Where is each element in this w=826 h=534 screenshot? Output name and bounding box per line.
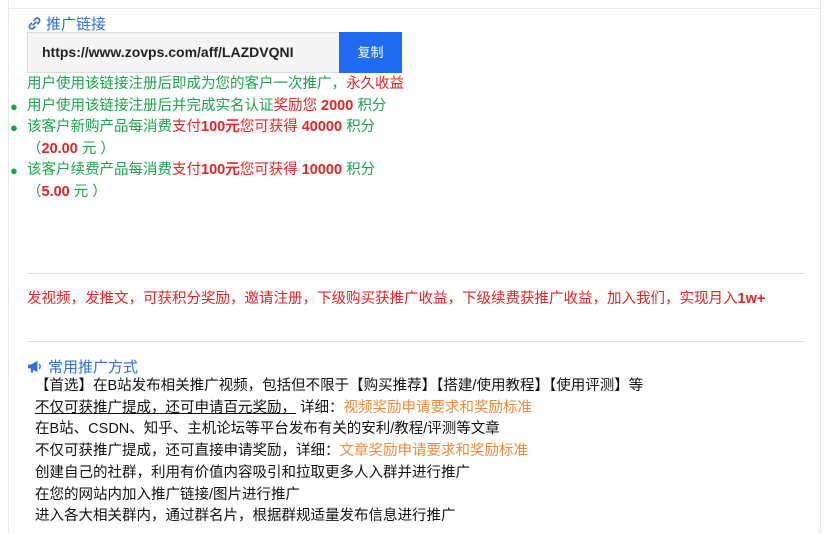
common-methods-heading: 常用推广方式 — [27, 356, 138, 377]
bullet-dot: ● — [10, 163, 18, 178]
method-row: 【首选】在B站发布相关推广视频，包括但不限于【购买推荐】【搭建/使用教程】【使用… — [35, 376, 815, 398]
method-row: 不仅可获推广提成，还可直接申请奖励，详细：文章奖励申请要求和奖励标准 — [35, 441, 815, 463]
method-text: 不仅可获推广提成，还可申请百元奖励， — [35, 399, 296, 416]
divider — [27, 273, 805, 274]
bullet-dot: ● — [10, 98, 18, 114]
reward-amount: 40000 — [301, 119, 343, 135]
rule-text: 奖励您 — [273, 97, 322, 114]
rule-intro-text: 用户使用该链接注册后即成为您的客户一次推广， — [27, 76, 346, 92]
rule-item: ● 该客户续费产品每消费支付100元您可获得 10000 积分（5.00 元 ） — [10, 160, 405, 203]
panel-top-border — [8, 8, 821, 9]
reward-rules: 用户使用该链接注册后即成为您的客户一次推广，永久收益 ● 用户使用该链接注册后并… — [10, 74, 405, 203]
rule-text: 支付 — [172, 119, 201, 135]
rule-item: ● 该客户新购产品每消费支付100元您可获得 40000 积分（20.00 元 … — [10, 117, 405, 160]
megaphone-icon — [28, 360, 41, 373]
video-reward-link[interactable]: 视频奖励申请要求和奖励标准 — [344, 400, 533, 416]
method-text: 在B站、CSDN、知乎、主机论坛等平台发布有关的安利/教程/评测等文章 — [35, 421, 500, 438]
method-text: 详细： — [296, 399, 344, 416]
method-row: 创建自己的社群，利用有价值内容吸引和拉取更多人入群并进行推广 — [35, 463, 815, 485]
article-reward-link[interactable]: 文章奖励申请要求和奖励标准 — [340, 443, 529, 459]
link-icon — [28, 17, 41, 30]
promo-text: 发视频，发推文，可获积分奖励，邀请注册，下级购买获推广收益，下级续费获推广收益，… — [27, 291, 738, 307]
rule-text: 该客户续费产品每消费 — [27, 162, 172, 178]
rule-item: ● 用户使用该链接注册后并完成实名认证奖励您 2000 积分 — [10, 96, 405, 118]
panel-left-border — [8, 0, 9, 534]
method-text: 进入各大相关群内，通过群名片，根据群规适量发布信息进行推广 — [35, 508, 456, 525]
method-row: 在您的网站内加入推广链接/图片进行推广 — [35, 485, 815, 507]
promo-link-heading: 推广链接 — [27, 13, 106, 34]
rule-intro-highlight: 永久收益 — [346, 76, 404, 92]
panel-right-border — [820, 0, 821, 534]
rule-text: 积分 — [353, 97, 387, 114]
reward-cash: 20.00 — [41, 140, 78, 157]
reward-cash: 5.00 — [41, 183, 70, 200]
reward-amount: 2000 — [321, 97, 354, 114]
method-row: 在B站、CSDN、知乎、主机论坛等平台发布有关的安利/教程/评测等文章 — [35, 419, 815, 441]
bullet-dot: ● — [10, 120, 18, 135]
rule-text: 您可获得 — [239, 119, 302, 135]
rule-text: 元 ） — [69, 183, 107, 200]
promo-banner-text: 发视频，发推文，可获积分奖励，邀请注册，下级购买获推广收益，下级续费获推广收益，… — [27, 288, 807, 310]
methods-list: 【首选】在B站发布相关推广视频，包括但不限于【购买推荐】【搭建/使用教程】【使用… — [35, 376, 815, 528]
reward-amount: 10000 — [301, 162, 343, 178]
promo-url-field[interactable]: https://www.zovps.com/aff/LAZDVQNI — [27, 32, 339, 73]
rule-text: 用户使用该链接注册后并完成实名认证 — [27, 97, 274, 114]
rule-text: 该客户新购产品每消费 — [27, 119, 172, 135]
method-text: 创建自己的社群，利用有价值内容吸引和拉取更多人入群并进行推广 — [35, 464, 470, 481]
rule-text: 您可获得 — [239, 162, 302, 178]
method-text: 不仅可获推广提成，还可直接申请奖励，详细： — [35, 443, 340, 460]
rule-text: 支付 — [172, 162, 201, 178]
spend-amount: 100元 — [201, 119, 240, 135]
method-row: 不仅可获推广提成，还可申请百元奖励， 详细：视频奖励申请要求和奖励标准 — [35, 398, 815, 420]
common-methods-title: 常用推广方式 — [48, 359, 139, 376]
method-text: 【首选】在B站发布相关推广视频，包括但不限于【购买推荐】【搭建/使用教程】【使用… — [35, 378, 644, 394]
spend-amount: 100元 — [201, 162, 240, 178]
divider — [27, 341, 805, 342]
rule-intro: 用户使用该链接注册后即成为您的客户一次推广，永久收益 — [27, 74, 405, 96]
method-text: 在您的网站内加入推广链接/图片进行推广 — [35, 486, 301, 503]
copy-button[interactable]: 复制 — [339, 32, 402, 73]
method-row: 进入各大相关群内，通过群名片，根据群规适量发布信息进行推广 — [35, 506, 815, 528]
rule-text: 元 ） — [77, 140, 115, 157]
promo-bold: 1w+ — [737, 291, 766, 307]
promo-link-title: 推广链接 — [46, 16, 107, 33]
